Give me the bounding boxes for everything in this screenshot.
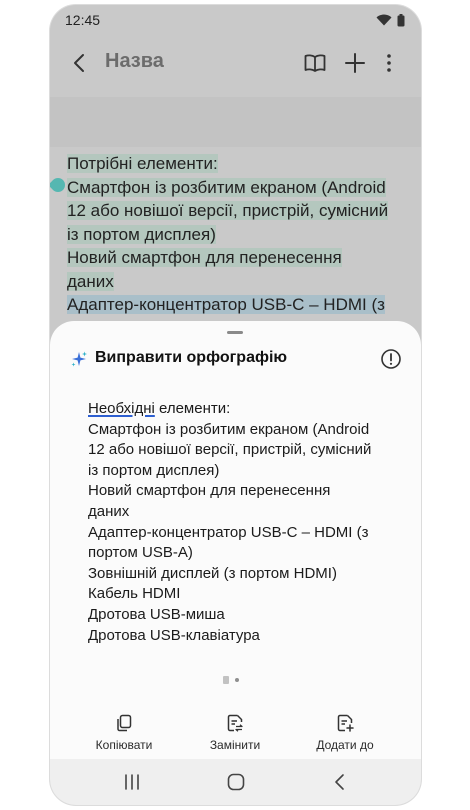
status-time: 12:45 [65,12,101,28]
drag-handle[interactable] [227,331,243,334]
corrected-text: Необхідні елементи: Смартфон із розбитим… [88,399,408,646]
sheet-title: Виправити орфографію [95,349,288,366]
info-icon[interactable] [379,347,403,371]
corrected-line: Новий смартфон для перенесення [88,482,331,500]
status-bar: 12:45 [50,5,421,35]
sparkle-icon [71,351,87,367]
corrected-line: 12 або новішої версії, пристрій, сумісни… [88,441,372,459]
replace-label: Замінити [209,738,261,752]
page-title: Назва [105,50,164,72]
corrected-line: Зовнішній дисплей (з портом HDMI) [88,564,337,582]
note-body[interactable]: Потрібні елементи: Смартфон із розбитим … [67,152,407,317]
sheet-header: Виправити орфографію [70,347,403,371]
corrected-line: Дротова USB-клавіатура [88,626,260,644]
wifi-icon [376,14,392,26]
add-to-button[interactable]: Додати до [290,713,400,752]
home-icon[interactable] [224,770,248,794]
page-indicator-dot [235,678,239,682]
corrected-line: Адаптер-концентратор USB-C – HDMI (з [88,523,369,541]
more-icon[interactable] [376,50,402,76]
corrected-line: Кабель HDMI [88,585,181,603]
add-to-icon [337,714,354,732]
add-to-label: Додати до [316,738,374,752]
text-cursor-handle[interactable] [50,175,68,195]
note-line: із портом дисплея) [67,224,216,244]
copy-label: Копіювати [95,738,153,752]
page-indicator[interactable] [223,676,239,684]
title-input-area[interactable] [50,97,421,147]
note-line: Смартфон із розбитим екраном (Android [67,177,386,197]
spellcheck-sheet: Виправити орфографію Необхідні елементи:… [50,321,421,759]
action-bar: Копіювати Замінити Додати до [50,713,421,753]
status-icons [376,13,405,27]
corrected-line: даних [88,502,130,520]
phone-screen: 12:45 Назва Потрібні елементи: Смартфон … [50,5,421,805]
corrected-word[interactable]: Необхідні [88,400,155,417]
copy-button[interactable]: Копіювати [69,713,179,752]
note-line: Новий смартфон для перенесення [67,248,342,267]
corrected-line: портом USB-A) [88,544,193,562]
note-line: Адаптер-концентратор USB-C – HDMI (з [67,295,385,314]
note-line: даних [67,271,114,291]
note-line: 12 або новішої версії, пристрій, сумісни… [67,201,389,220]
battery-icon [397,13,405,26]
copy-icon [117,714,132,732]
nav-back-icon[interactable] [328,770,352,794]
plus-icon[interactable] [342,50,368,76]
app-bar: Назва [50,39,421,87]
navigation-bar [50,759,421,805]
replace-button[interactable]: Замінити [180,713,290,752]
corrected-line: Дротова USB-миша [88,605,225,623]
corrected-line: Смартфон із розбитим екраном (Android [88,420,370,438]
page-indicator-current [223,676,229,684]
book-icon[interactable] [302,50,328,76]
note-line: Потрібні елементи: [67,154,218,173]
corrected-line: Необхідні елементи: [88,400,231,417]
replace-icon [227,714,243,732]
back-icon[interactable] [68,51,92,75]
corrected-line: із портом дисплея) [88,461,220,479]
recents-icon[interactable] [120,770,144,794]
